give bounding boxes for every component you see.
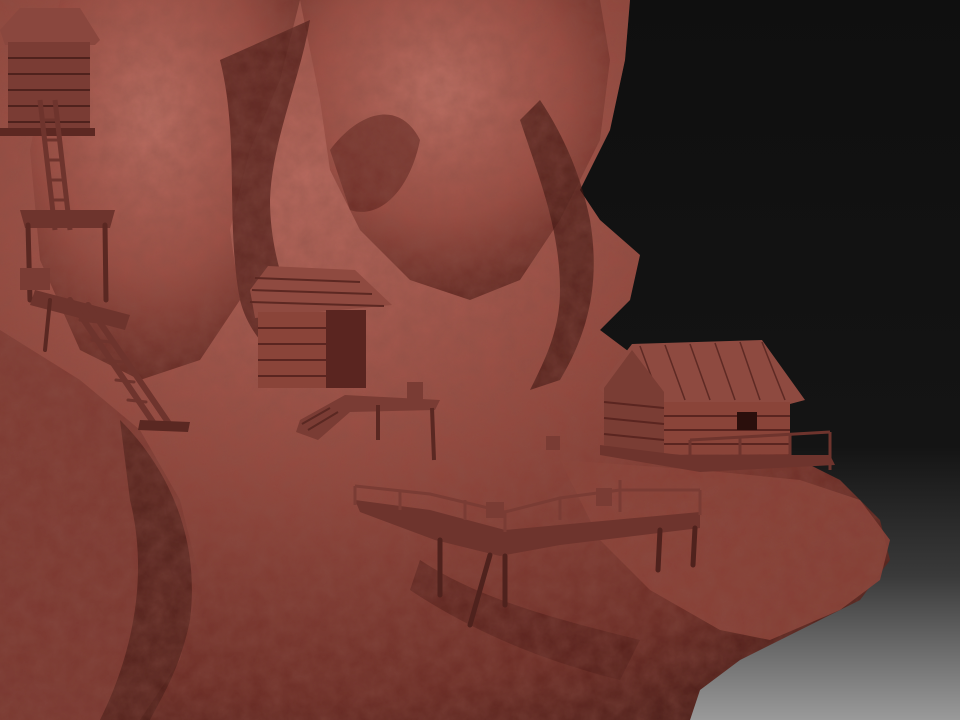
sculpt-render [0,0,960,720]
render-viewport [0,0,960,720]
cabin-window [737,412,757,430]
